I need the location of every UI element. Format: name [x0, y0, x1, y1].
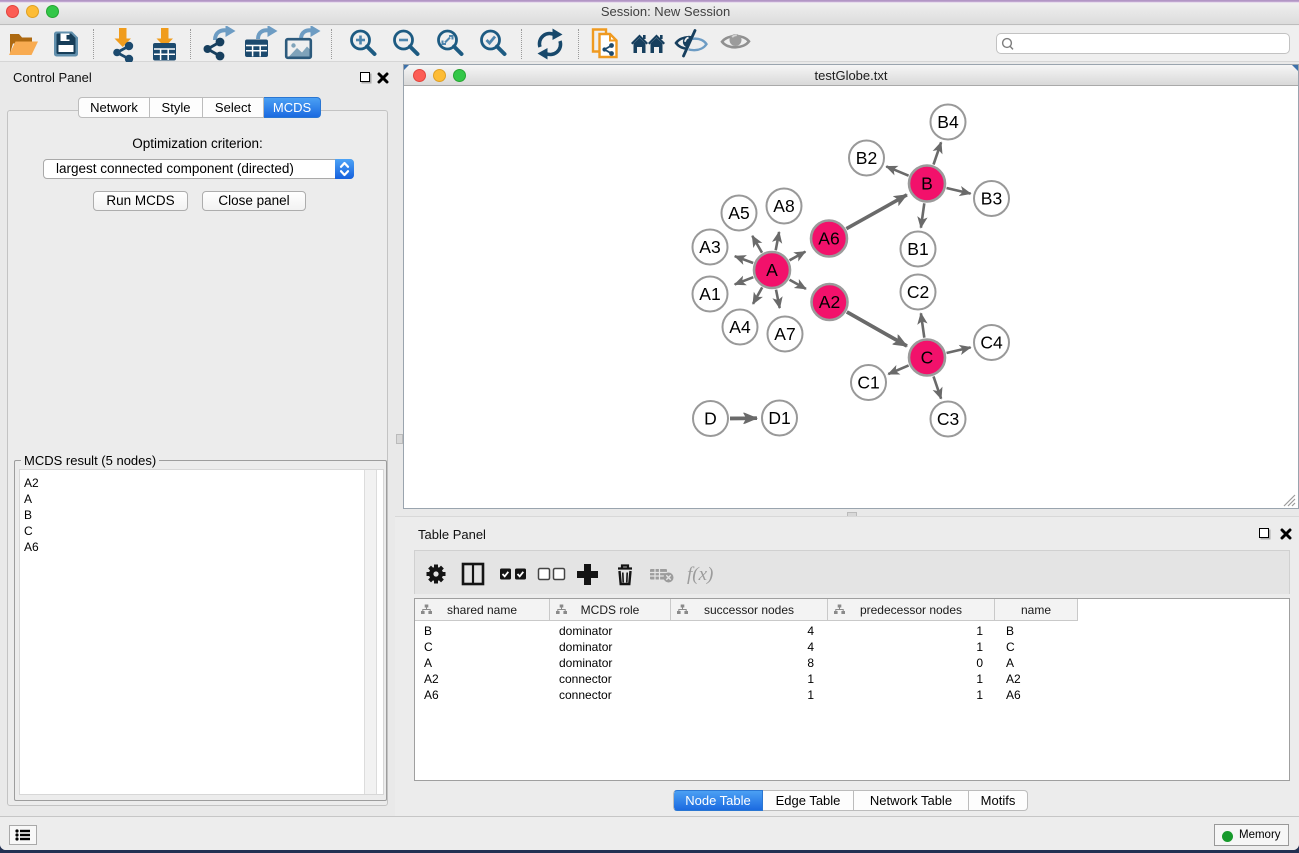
svg-text:A8: A8 — [773, 196, 794, 216]
svg-text:C2: C2 — [907, 282, 929, 302]
svg-text:C: C — [921, 348, 934, 368]
svg-text:D1: D1 — [768, 408, 790, 428]
svg-text:D: D — [704, 409, 717, 429]
svg-text:A6: A6 — [818, 229, 839, 249]
svg-text:A7: A7 — [774, 324, 795, 344]
svg-text:A3: A3 — [699, 237, 720, 257]
svg-text:A5: A5 — [728, 203, 749, 223]
svg-text:A: A — [766, 260, 778, 280]
svg-text:C3: C3 — [937, 409, 959, 429]
svg-text:f(x): f(x) — [687, 564, 713, 585]
svg-text:B3: B3 — [981, 189, 1002, 209]
svg-text:C1: C1 — [857, 373, 879, 393]
svg-text:B4: B4 — [937, 112, 959, 132]
svg-text:B1: B1 — [907, 239, 928, 259]
svg-text:A1: A1 — [699, 284, 720, 304]
svg-text:A2: A2 — [819, 292, 840, 312]
svg-text:A4: A4 — [729, 317, 751, 337]
svg-text:B: B — [921, 174, 933, 194]
svg-text:B2: B2 — [856, 148, 877, 168]
svg-text:C4: C4 — [980, 333, 1003, 353]
